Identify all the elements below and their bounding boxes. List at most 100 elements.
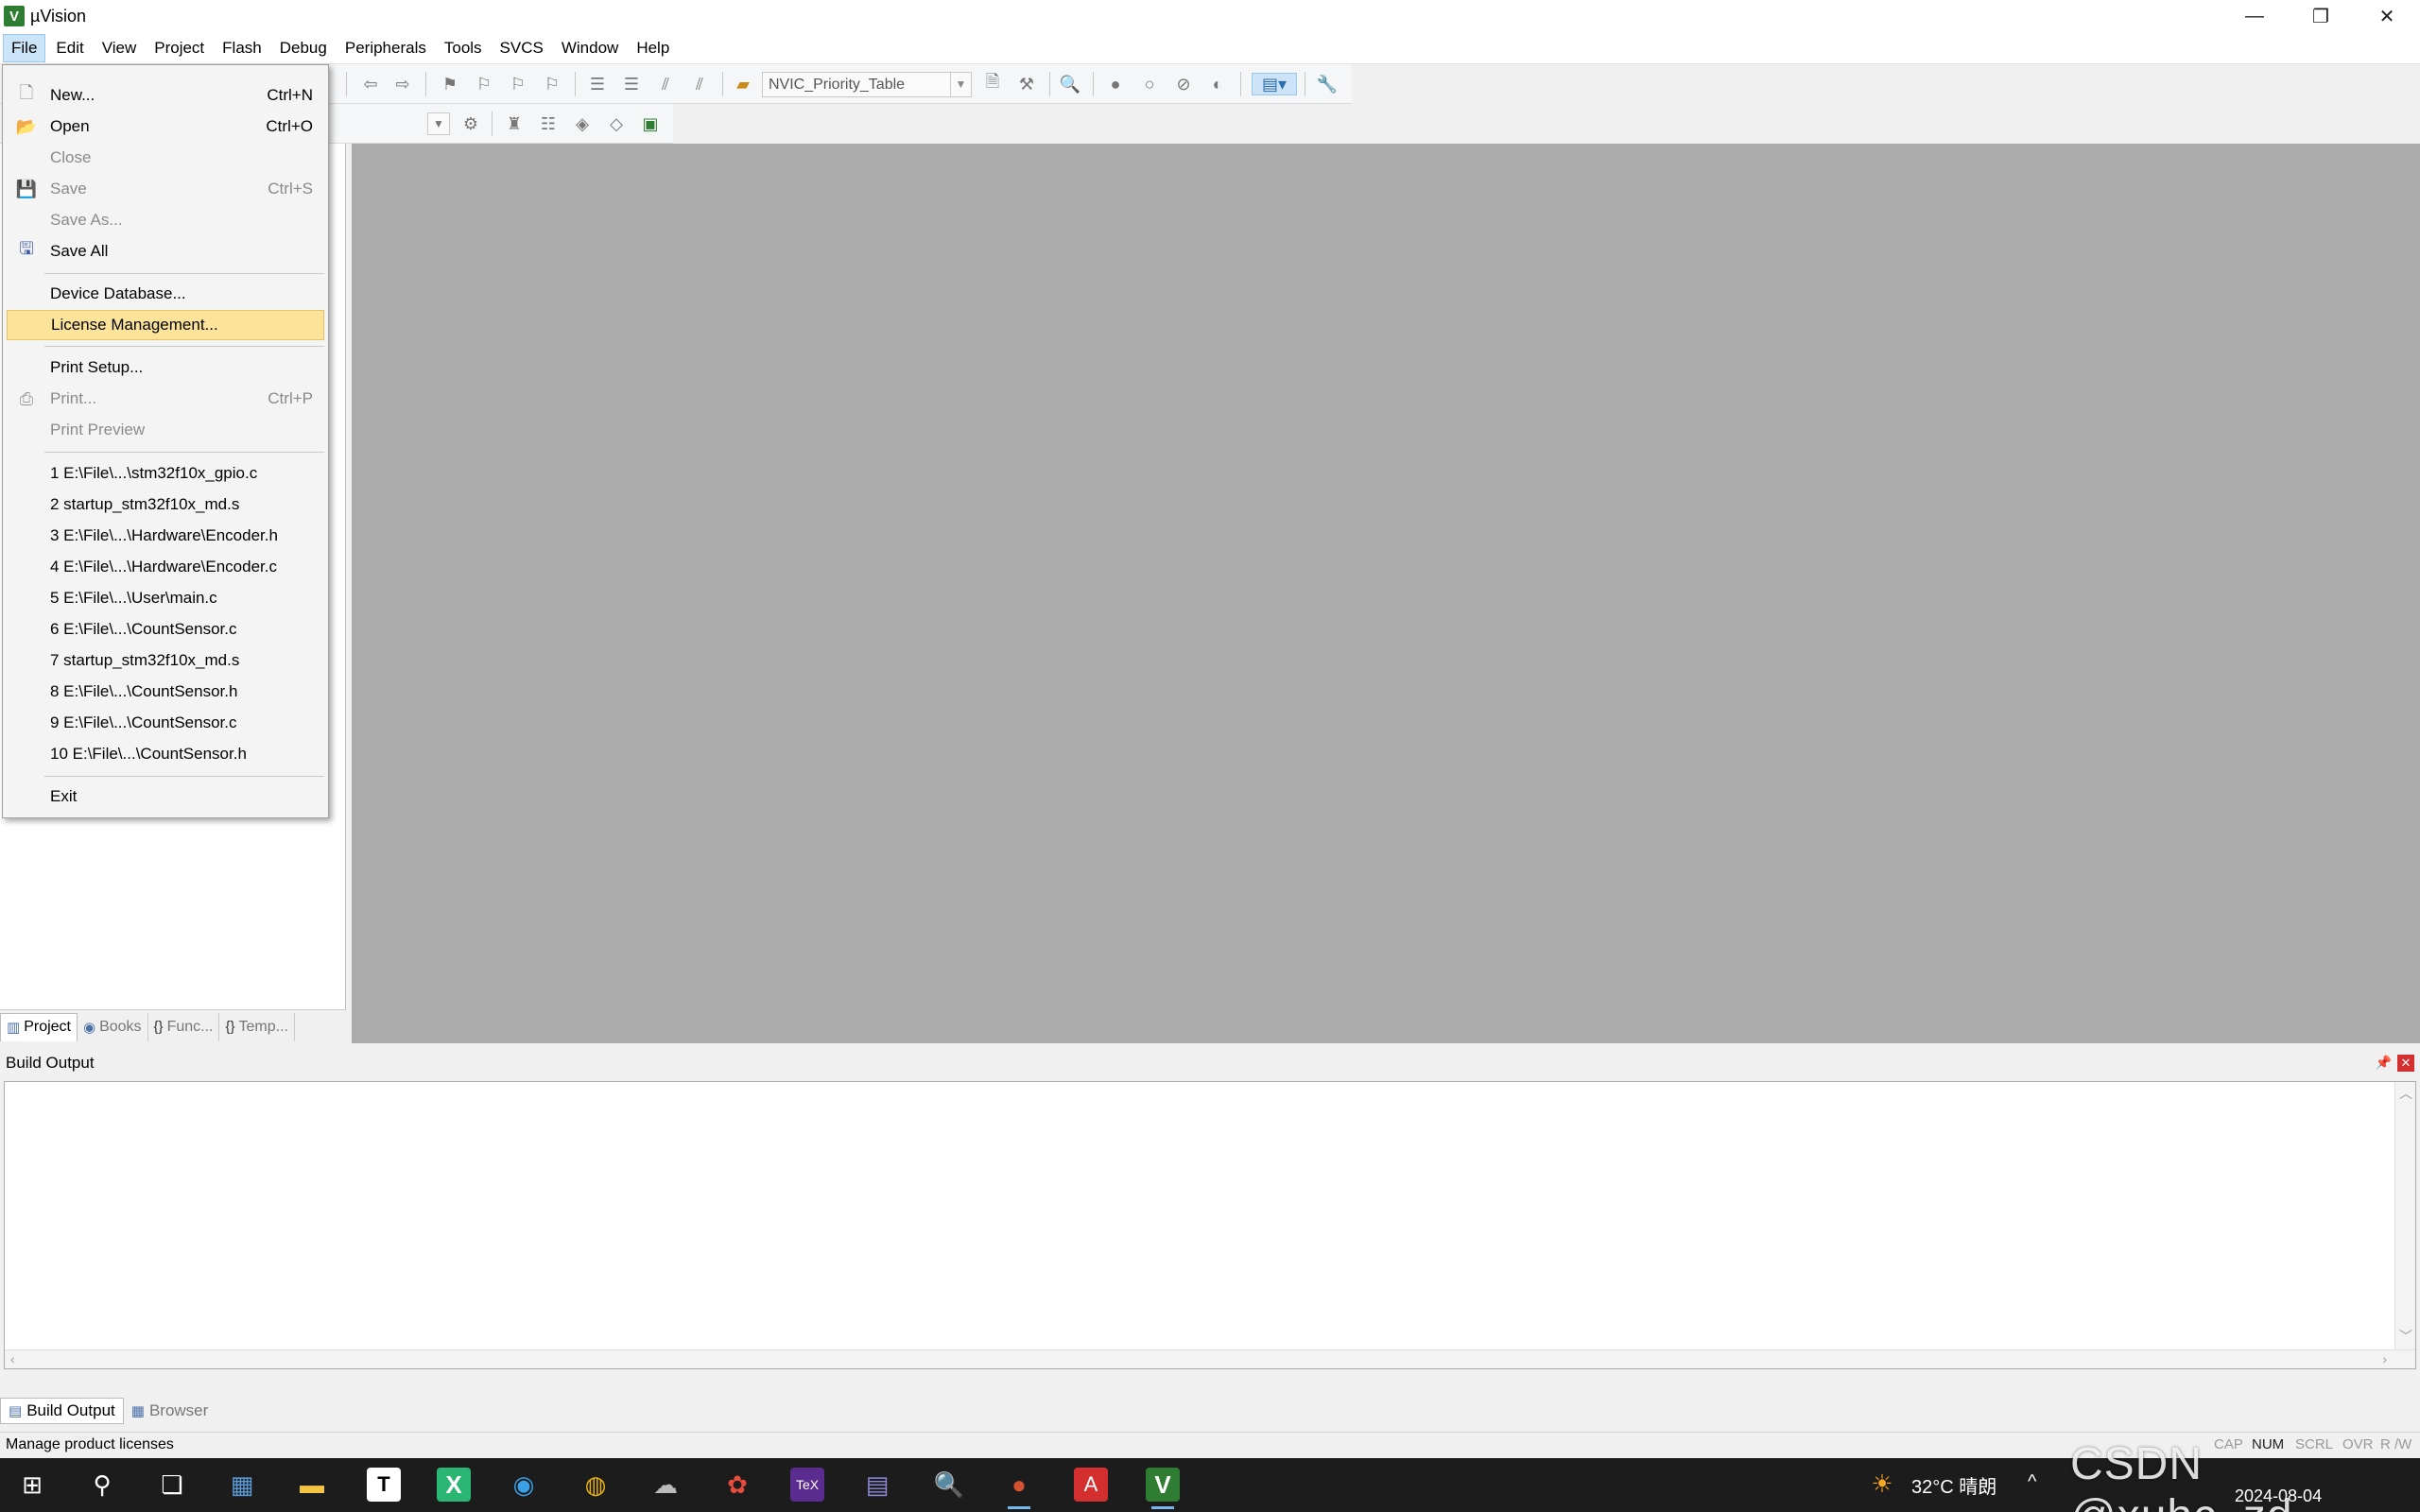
close-icon[interactable]: ✕ (2397, 1055, 2414, 1072)
menu-item-save-as[interactable]: Save As... (7, 205, 324, 235)
scroll-up-icon[interactable]: ︿ (2399, 1084, 2412, 1103)
scroll-left-icon[interactable]: ‹ (10, 1351, 15, 1366)
xmind-icon[interactable]: X (437, 1468, 471, 1502)
powerpoint-icon[interactable]: ● (1002, 1468, 1036, 1509)
calculator-icon[interactable]: ▦ (225, 1468, 259, 1502)
debug-session-icon[interactable]: 🔍 (1059, 73, 1081, 95)
menu-peripherals[interactable]: Peripherals (337, 34, 434, 62)
recent-file-9[interactable]: 9 E:\File\...\CountSensor.c (7, 708, 324, 738)
incremental-find-icon[interactable]: ⚒ (1015, 73, 1038, 95)
weather-text[interactable]: 32°C 晴朗 (1911, 1471, 1996, 1499)
breakpoint-kill-all-icon[interactable]: ◐ (1206, 73, 1229, 95)
breakpoint-insert-icon[interactable]: ● (1104, 73, 1127, 95)
close-window-button[interactable]: ✕ (2354, 0, 2420, 32)
unindent-icon[interactable]: ☰ (620, 73, 643, 95)
vertical-scrollbar[interactable]: ︿ ﹀ (2394, 1082, 2415, 1368)
windows-start-icon[interactable]: ⊞ (15, 1468, 49, 1502)
menu-svcs[interactable]: SVCS (493, 34, 551, 62)
editor-area[interactable] (352, 144, 2420, 1043)
scroll-down-icon[interactable]: ﹀ (2399, 1327, 2412, 1346)
task-view-icon[interactable]: ❏ (155, 1468, 189, 1502)
menu-file[interactable]: File (3, 33, 46, 62)
menu-debug[interactable]: Debug (272, 34, 335, 62)
menu-item-print-setup[interactable]: Print Setup... (7, 352, 324, 383)
acrobat-icon[interactable]: A (1074, 1468, 1108, 1502)
indent-icon[interactable]: ☰ (586, 73, 609, 95)
menu-project[interactable]: Project (147, 34, 212, 62)
horizontal-scrollbar[interactable]: ‹ › (5, 1349, 2415, 1368)
menu-item-license-management[interactable]: License Management... (7, 310, 324, 340)
select-packs-icon[interactable]: ◈ (571, 112, 594, 135)
menu-item-print-preview[interactable]: Print Preview (7, 415, 324, 445)
scroll-right-icon[interactable]: › (2382, 1351, 2387, 1366)
menu-help[interactable]: Help (629, 34, 677, 62)
pack-installer-icon[interactable]: ▣ (639, 112, 662, 135)
menu-flash[interactable]: Flash (215, 34, 269, 62)
restore-button[interactable]: ❐ (2288, 0, 2354, 32)
tab-project[interactable]: ▥ Project (0, 1012, 78, 1041)
recent-file-5[interactable]: 5 E:\File\...\User\main.c (7, 583, 324, 613)
keyboard-app-icon[interactable]: ▤ (860, 1468, 894, 1502)
recent-file-1[interactable]: 1 E:\File\...\stm32f10x_gpio.c (7, 458, 324, 489)
window-layout-icon[interactable]: ▤▾ (1252, 73, 1297, 95)
comment-icon[interactable]: ⫽ (654, 73, 677, 95)
weather-icon[interactable]: ☀ (1868, 1469, 1896, 1498)
everything-search-icon[interactable]: 🔍 (932, 1468, 966, 1502)
menu-tools[interactable]: Tools (437, 34, 490, 62)
cloud-app-icon[interactable]: ☁ (648, 1468, 683, 1502)
menu-item-save[interactable]: 💾 Save Ctrl+S (7, 174, 324, 204)
menu-item-exit[interactable]: Exit (7, 782, 324, 812)
menu-item-print[interactable]: ⎙ Print... Ctrl+P (7, 384, 324, 414)
bookmark-next-icon[interactable]: ⚐ (507, 73, 529, 95)
build-output-text[interactable]: ︿ ﹀ ‹ › (4, 1081, 2416, 1369)
recent-file-3[interactable]: 3 E:\File\...\Hardware\Encoder.h (7, 521, 324, 551)
recent-file-4[interactable]: 4 E:\File\...\Hardware\Encoder.c (7, 552, 324, 582)
configure-wrench-icon[interactable]: 🔧 (1316, 73, 1339, 95)
manage-project-items-icon[interactable]: ♜ (503, 112, 526, 135)
menu-edit[interactable]: Edit (48, 34, 91, 62)
recent-file-10[interactable]: 10 E:\File\...\CountSensor.h (7, 739, 324, 769)
breakpoint-enable-icon[interactable]: ○ (1138, 73, 1161, 95)
menu-view[interactable]: View (95, 34, 145, 62)
navigate-back-icon[interactable]: ⇦ (359, 73, 382, 95)
tab-build-output[interactable]: ▤ Build Output (0, 1398, 124, 1424)
tray-chevron-icon[interactable]: ^ (2028, 1471, 2036, 1493)
tab-templates[interactable]: {} Temp... (219, 1012, 295, 1041)
recent-file-2[interactable]: 2 startup_stm32f10x_md.s (7, 490, 324, 520)
tab-books[interactable]: ◉ Books (78, 1012, 148, 1041)
chevron-down-icon[interactable]: ▼ (427, 112, 450, 135)
target-options-icon[interactable]: ⚙ (459, 112, 482, 135)
recent-file-6[interactable]: 6 E:\File\...\CountSensor.c (7, 614, 324, 644)
chrome-icon[interactable]: ◍ (579, 1468, 613, 1502)
menu-window[interactable]: Window (554, 34, 626, 62)
breakpoint-disable-all-icon[interactable]: ⊘ (1172, 73, 1195, 95)
menu-item-device-database[interactable]: Device Database... (7, 279, 324, 309)
pin-icon[interactable]: 📌 (2376, 1055, 2392, 1071)
flower-app-icon[interactable]: ✿ (720, 1468, 754, 1502)
recent-file-7[interactable]: 7 startup_stm32f10x_md.s (7, 645, 324, 676)
file-explorer-icon[interactable]: ▬ (295, 1468, 329, 1502)
find-combo[interactable]: NVIC_Priority_Table ▼ (762, 72, 972, 97)
tab-browser[interactable]: ▦ Browser (124, 1398, 216, 1424)
recent-file-8[interactable]: 8 E:\File\...\CountSensor.h (7, 677, 324, 707)
tex-icon[interactable]: TeX (790, 1468, 824, 1502)
edge-icon[interactable]: ◉ (507, 1468, 541, 1502)
keil-uvision-icon[interactable]: V (1146, 1468, 1180, 1509)
chevron-down-icon[interactable]: ▼ (950, 73, 971, 96)
menu-item-save-all[interactable]: 🖫 Save All (7, 236, 324, 266)
menu-item-new[interactable]: 🗋 New... Ctrl+N (7, 80, 324, 111)
uncomment-icon[interactable]: ⫽ (688, 73, 711, 95)
rebuild-icon[interactable]: ☷ (537, 112, 560, 135)
find-in-files-icon[interactable]: 🗎 (981, 72, 1004, 95)
menu-item-close[interactable]: Close (7, 143, 324, 173)
bookmark-clear-icon[interactable]: ⚐ (541, 73, 563, 95)
search-icon[interactable]: ⚲ (85, 1468, 119, 1502)
run-time-environment-icon[interactable]: ◇ (605, 112, 628, 135)
menu-item-open[interactable]: 📂 Open Ctrl+O (7, 112, 324, 142)
minimize-button[interactable]: — (2221, 0, 2288, 32)
bookmark-prev-icon[interactable]: ⚐ (473, 73, 495, 95)
typora-icon[interactable]: T (367, 1468, 401, 1502)
tab-functions[interactable]: {} Func... (148, 1012, 220, 1041)
navigate-forward-icon[interactable]: ⇨ (391, 73, 414, 95)
bookmark-toggle-icon[interactable]: ⚑ (439, 73, 461, 95)
